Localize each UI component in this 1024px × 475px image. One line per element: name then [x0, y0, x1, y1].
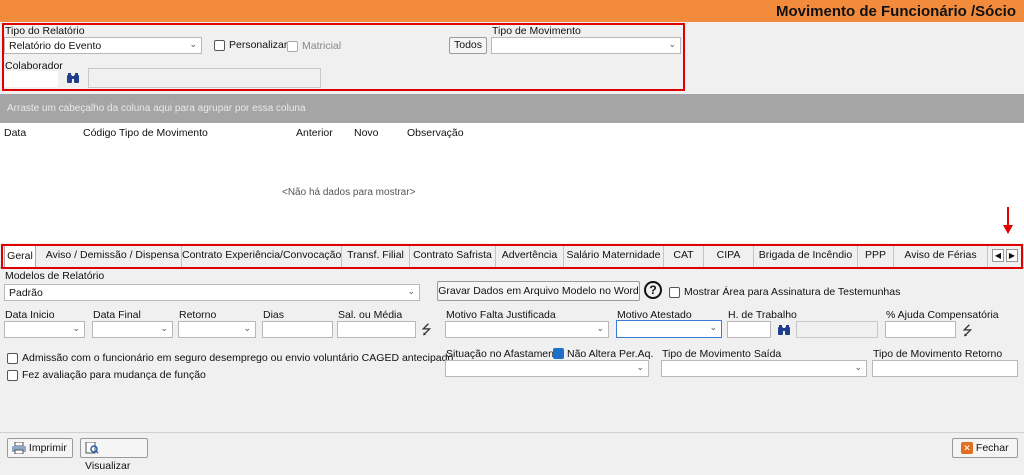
tipo-mov-retorno-input[interactable] [872, 360, 1018, 377]
motivo-falta-label: Motivo Falta Justificada [446, 309, 556, 321]
nao-altera-label: Não Altera Per.Aq. [567, 348, 654, 360]
data-inicio-label: Data Inicio [5, 309, 55, 321]
mostrar-area-label: Mostrar Área para Assinatura de Testemun… [684, 286, 901, 298]
motivo-falta-select[interactable]: ⌄ [445, 321, 609, 338]
tabs-highlight-box [1, 244, 1023, 269]
imprimir-label: Imprimir [28, 442, 67, 454]
column-header-tipo-movimento[interactable]: Tipo de Movimento [119, 127, 208, 139]
admissao-label: Admissão com o funcionário em seguro des… [22, 352, 454, 364]
colaborador-name-input[interactable] [88, 68, 321, 88]
close-icon: ✕ [961, 442, 973, 455]
footer-divider [0, 432, 1024, 433]
ajuda-compensatoria-label: % Ajuda Compensatória [886, 309, 999, 321]
column-header-novo[interactable]: Novo [354, 127, 379, 139]
colaborador-code-input[interactable] [4, 71, 58, 87]
h-trabalho-code-input[interactable] [727, 321, 771, 338]
tipo-movimento-label: Tipo de Movimento [492, 25, 581, 37]
chevron-down-icon: ⌄ [407, 286, 415, 296]
tipo-movimento-select[interactable]: ⌄ [491, 37, 681, 54]
nao-altera-checkbox[interactable] [553, 348, 564, 359]
avaliacao-checkbox[interactable] [7, 370, 18, 381]
chevron-down-icon: ⌄ [160, 323, 168, 333]
data-final-label: Data Final [93, 309, 141, 321]
column-header-observacao[interactable]: Observação [407, 127, 464, 139]
modelos-relatorio-value: Padrão [9, 287, 43, 299]
visualizar-label: Visualizar [85, 460, 131, 472]
group-by-panel[interactable]: Arraste um cabeçalho da coluna aqui para… [0, 94, 1024, 123]
printer-icon [12, 441, 26, 455]
admissao-checkbox[interactable] [7, 353, 18, 364]
sal-media-label: Sal. ou Média [338, 309, 403, 321]
help-icon[interactable]: ? [644, 281, 662, 299]
matricial-label: Matricial [302, 40, 342, 52]
matricial-checkbox[interactable] [287, 41, 298, 52]
grid-empty-message: <Não há dados para mostrar> [282, 187, 416, 198]
situacao-afastamento-label: Situação no Afastamento [446, 348, 563, 360]
personalizar-label: Personalizar [229, 39, 288, 51]
modelos-relatorio-label: Modelos de Relatório [5, 270, 105, 282]
motivo-atestado-select[interactable]: ⌄ [616, 320, 722, 338]
column-header-anterior[interactable]: Anterior [296, 127, 333, 139]
todos-button[interactable]: Todos [449, 37, 487, 54]
dias-label: Dias [263, 309, 285, 321]
visualizar-button[interactable]: Visualizar [80, 438, 148, 472]
tipo-mov-retorno-label: Tipo de Movimento Retorno [873, 348, 1003, 360]
retorno-picker[interactable]: ⌄ [178, 321, 256, 338]
title-bar: Movimento de Funcionário /Sócio [0, 0, 1024, 22]
avaliacao-label: Fez avaliação para mudança de função [22, 369, 206, 381]
tipo-mov-saida-label: Tipo de Movimento Saída [662, 348, 782, 360]
imprimir-button[interactable]: Imprimir [7, 438, 73, 458]
lightning-icon[interactable]: ⭍ [962, 322, 973, 344]
chevron-down-icon: ⌄ [596, 323, 604, 333]
chevron-down-icon: ⌄ [668, 39, 676, 49]
chevron-down-icon: ⌄ [636, 362, 644, 372]
h-trabalho-label: H. de Trabalho [728, 309, 797, 321]
binoculars-icon[interactable] [777, 324, 791, 336]
group-by-hint: Arraste um cabeçalho da coluna aqui para… [7, 103, 306, 114]
tipo-relatorio-label: Tipo do Relatório [5, 25, 85, 37]
chevron-down-icon: ⌄ [189, 39, 197, 49]
retorno-label: Retorno [179, 309, 217, 321]
column-header-codigo[interactable]: Código [83, 127, 116, 139]
tipo-relatorio-value: Relatório do Evento [9, 40, 102, 52]
ajuda-compensatoria-input[interactable] [885, 321, 956, 338]
tipo-mov-saida-select[interactable]: ⌄ [661, 360, 867, 377]
chevron-down-icon: ⌄ [854, 362, 862, 372]
modelos-relatorio-select[interactable]: Padrão ⌄ [4, 284, 420, 301]
personalizar-checkbox[interactable] [214, 40, 225, 51]
binoculars-icon[interactable] [66, 72, 80, 84]
mostrar-area-checkbox[interactable] [669, 287, 680, 298]
tipo-relatorio-select[interactable]: Relatório do Evento ⌄ [4, 37, 202, 54]
data-grid[interactable]: Data Código Tipo de Movimento Anterior N… [0, 123, 1024, 243]
column-header-data[interactable]: Data [4, 127, 26, 139]
preview-icon [85, 441, 99, 454]
lightning-icon[interactable]: ⭍ [421, 321, 432, 343]
sal-media-input[interactable] [337, 321, 416, 338]
h-trabalho-desc-input[interactable] [796, 321, 878, 338]
chevron-down-icon: ⌄ [243, 323, 251, 333]
fechar-label: Fechar [975, 442, 1009, 454]
gravar-word-button[interactable]: Gravar Dados em Arquivo Modelo no Word [437, 281, 640, 301]
chevron-down-icon: ⌄ [72, 323, 80, 333]
fechar-button[interactable]: ✕ Fechar [952, 438, 1018, 458]
dias-input[interactable] [262, 321, 333, 338]
arrow-down-icon [1002, 207, 1014, 235]
situacao-afastamento-select[interactable]: ⌄ [445, 360, 649, 377]
data-final-picker[interactable]: ⌄ [92, 321, 173, 338]
data-inicio-picker[interactable]: ⌄ [4, 321, 85, 338]
window-title: Movimento de Funcionário /Sócio [775, 3, 1016, 20]
chevron-down-icon: ⌄ [709, 322, 717, 332]
